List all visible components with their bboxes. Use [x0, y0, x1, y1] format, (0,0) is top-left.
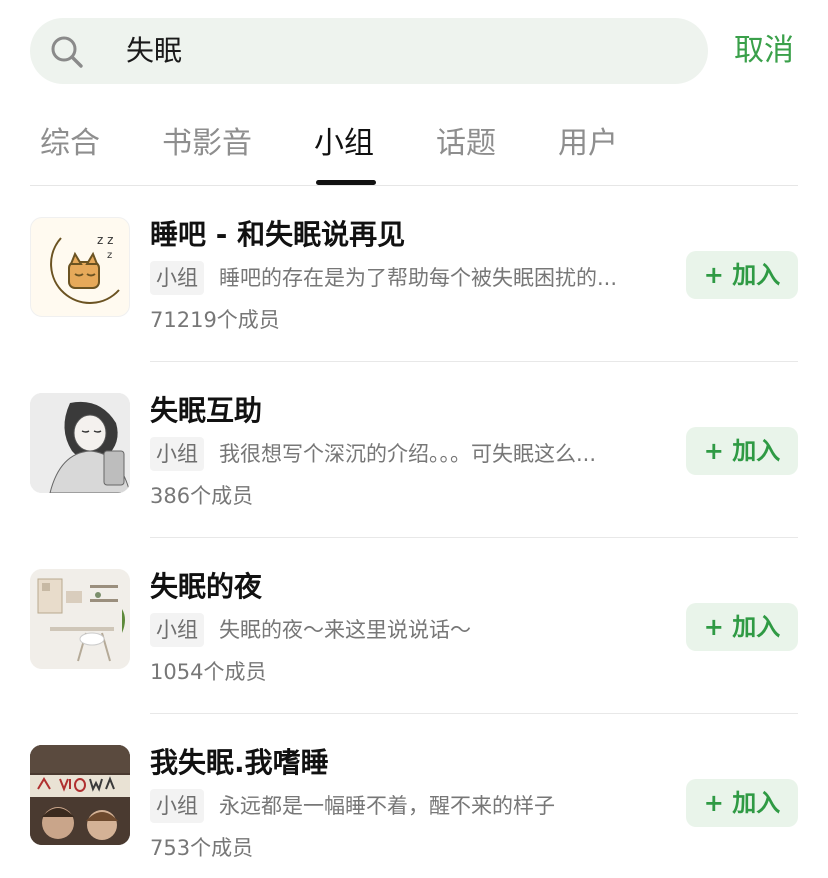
- group-description: 睡吧的存在是为了帮助每个被失眠困扰的...: [219, 266, 618, 290]
- list-item[interactable]: z z z 睡吧 - 和失眠说再见 小组 睡吧的存在是为了帮助每个被失眠困扰的.…: [0, 217, 828, 393]
- group-tag: 小组: [150, 789, 204, 823]
- tab-books-movies-music[interactable]: 书影音: [162, 124, 252, 164]
- group-avatar[interactable]: [30, 393, 130, 493]
- group-title[interactable]: 失眠的夜: [150, 569, 262, 605]
- group-description: 我很想写个深沉的介绍。。。可失眠这么...: [219, 442, 597, 466]
- tab-groups[interactable]: 小组: [314, 124, 374, 164]
- tab-bar: 综合 书影音 小组 话题 用户: [0, 110, 828, 186]
- group-tag: 小组: [150, 613, 204, 647]
- list-item[interactable]: 我失眠.我嗜睡 小组 永远都是一幅睡不着，醒不来的样子 753个成员 + 加入: [0, 745, 828, 878]
- divider: [150, 361, 798, 362]
- group-tag: 小组: [150, 261, 204, 295]
- divider: [30, 185, 798, 186]
- group-avatar[interactable]: [30, 745, 130, 845]
- list-item[interactable]: 失眠互助 小组 我很想写个深沉的介绍。。。可失眠这么... 386个成员 + 加…: [0, 393, 828, 569]
- member-count: 753个成员: [150, 836, 254, 860]
- search-icon: [51, 36, 83, 68]
- group-title[interactable]: 我失眠.我嗜睡: [150, 745, 329, 781]
- member-count: 1054个成员: [150, 660, 267, 684]
- divider: [150, 713, 798, 714]
- member-count: 71219个成员: [150, 308, 280, 332]
- group-tag: 小组: [150, 437, 204, 471]
- member-count: 386个成员: [150, 484, 254, 508]
- tab-topics[interactable]: 话题: [436, 124, 496, 164]
- divider: [150, 537, 798, 538]
- join-button[interactable]: + 加入: [686, 779, 798, 827]
- group-description: 失眠的夜～来这里说说话～: [219, 618, 471, 642]
- group-title[interactable]: 睡吧 - 和失眠说再见: [150, 217, 405, 253]
- list-item[interactable]: 失眠的夜 小组 失眠的夜～来这里说说话～ 1054个成员 + 加入: [0, 569, 828, 745]
- svg-text:z: z: [107, 250, 112, 261]
- tab-users[interactable]: 用户: [558, 124, 618, 164]
- group-description: 永远都是一幅睡不着，醒不来的样子: [219, 794, 555, 818]
- search-row: 失眠 取消: [0, 0, 828, 100]
- cancel-button[interactable]: 取消: [734, 32, 794, 70]
- group-avatar[interactable]: [30, 569, 130, 669]
- tab-all[interactable]: 综合: [40, 124, 100, 164]
- join-button[interactable]: + 加入: [686, 251, 798, 299]
- join-button[interactable]: + 加入: [686, 603, 798, 651]
- group-avatar[interactable]: z z z: [30, 217, 130, 317]
- search-query[interactable]: 失眠: [126, 34, 182, 68]
- search-input[interactable]: 失眠: [30, 18, 708, 84]
- join-button[interactable]: + 加入: [686, 427, 798, 475]
- svg-text:z z: z z: [97, 233, 113, 247]
- group-title[interactable]: 失眠互助: [150, 393, 262, 429]
